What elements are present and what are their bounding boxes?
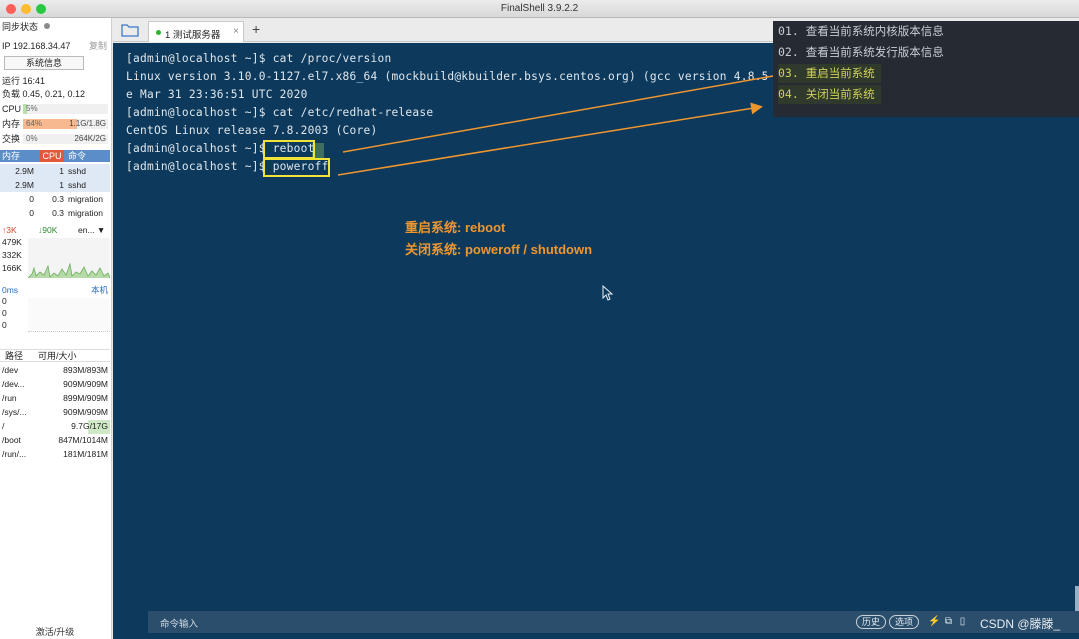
command-input-label: 命令输入 xyxy=(160,619,199,630)
history-item-reboot[interactable]: 03. 重启当前系统 xyxy=(778,64,881,83)
lightning-icon[interactable]: ⚡ xyxy=(928,615,940,628)
history-item-kernel-version[interactable]: 01. 查看当前系统内核版本信息 xyxy=(778,22,950,41)
history-item-release-version[interactable]: 02. 查看当前系统发行版本信息 xyxy=(778,43,950,62)
copy-icon[interactable]: ⧉ xyxy=(943,615,954,628)
history-button[interactable]: 历史 xyxy=(856,615,887,629)
csdn-watermark: CSDN @滕滕_ xyxy=(980,617,1061,631)
command-input-bar[interactable]: 命令输入 历史 选项 ⚡ ⧉ ▯ xyxy=(148,611,1079,633)
history-item-poweroff[interactable]: 04. 关闭当前系统 xyxy=(778,85,881,104)
file-icon[interactable]: ▯ xyxy=(957,615,968,628)
options-button[interactable]: 选项 xyxy=(889,615,920,629)
command-history-panel: 01. 查看当前系统内核版本信息 02. 查看当前系统发行版本信息 03. 重启… xyxy=(773,21,1079,117)
